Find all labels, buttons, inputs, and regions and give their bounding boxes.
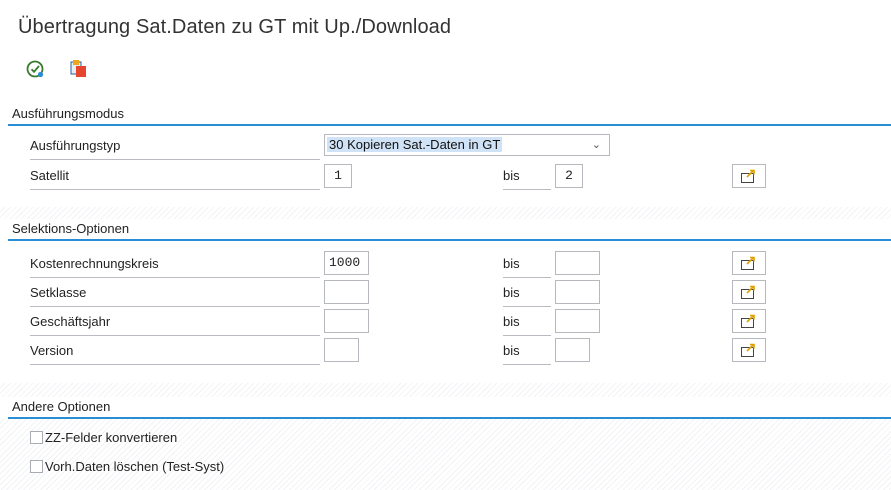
option-label: Vorh.Daten löschen (Test-Syst)	[45, 459, 225, 474]
multiple-selection-icon	[741, 343, 755, 357]
background-pattern	[0, 418, 891, 490]
controlling-area-multiple-selection-button[interactable]	[732, 251, 766, 275]
option-label: ZZ-Felder konvertieren	[45, 430, 178, 445]
multiple-selection-icon	[741, 314, 755, 328]
separator-band	[0, 207, 891, 219]
set-class-label: Setklasse	[30, 280, 320, 307]
set-class-multiple-selection-button[interactable]	[732, 280, 766, 304]
group-header: Andere Optionen	[8, 397, 891, 419]
execute-icon	[26, 60, 44, 78]
fiscal-year-label: Geschäftsjahr	[30, 309, 320, 336]
option-delete-existing-data[interactable]: Vorh.Daten löschen (Test-Syst)	[30, 459, 224, 474]
execution-type-label: Ausführungstyp	[30, 133, 320, 160]
group-header: Selektions-Optionen	[8, 219, 891, 241]
group-header: Ausführungsmodus	[8, 104, 891, 126]
multiple-selection-icon	[741, 169, 755, 183]
version-multiple-selection-button[interactable]	[732, 338, 766, 362]
checkbox[interactable]	[30, 460, 43, 473]
bis-label: bis	[503, 280, 551, 307]
bis-label: bis	[503, 309, 551, 336]
separator-band	[0, 383, 891, 397]
page-title: Übertragung Sat.Daten zu GT mit Up./Down…	[18, 16, 452, 38]
fiscal-year-to-input[interactable]	[555, 309, 600, 333]
set-class-from-input[interactable]	[324, 280, 369, 304]
checkbox[interactable]	[30, 431, 43, 444]
controlling-area-label: Kostenrechnungskreis	[30, 251, 320, 278]
set-class-to-input[interactable]	[555, 280, 600, 304]
version-to-input[interactable]	[555, 338, 590, 362]
version-from-input[interactable]	[324, 338, 359, 362]
satellite-label: Satellit	[30, 163, 320, 190]
bis-label: bis	[503, 338, 551, 365]
controlling-area-to-input[interactable]	[555, 251, 600, 275]
option-zz-fields[interactable]: ZZ-Felder konvertieren	[30, 430, 177, 445]
variants-button[interactable]	[68, 58, 90, 80]
controlling-area-from-input[interactable]: 1000	[324, 251, 369, 275]
satellite-to-input[interactable]: 2	[555, 164, 583, 188]
multiple-selection-icon	[741, 285, 755, 299]
bis-label: bis	[503, 163, 551, 190]
group-other-options: Andere Optionen	[8, 397, 891, 419]
execution-type-value: 30 Kopieren Sat.-Daten in GT	[327, 137, 503, 152]
fiscal-year-from-input[interactable]	[324, 309, 369, 333]
variants-icon	[70, 60, 86, 77]
multiple-selection-icon	[741, 256, 755, 270]
bis-label: bis	[503, 251, 551, 278]
execution-type-select[interactable]: 30 Kopieren Sat.-Daten in GT ⌄	[324, 134, 610, 156]
execute-button[interactable]	[24, 58, 46, 80]
chevron-down-icon: ⌄	[591, 139, 601, 151]
version-label: Version	[30, 338, 320, 365]
satellite-from-input[interactable]: 1	[324, 164, 352, 188]
satellite-multiple-selection-button[interactable]	[732, 164, 766, 188]
fiscal-year-multiple-selection-button[interactable]	[732, 309, 766, 333]
